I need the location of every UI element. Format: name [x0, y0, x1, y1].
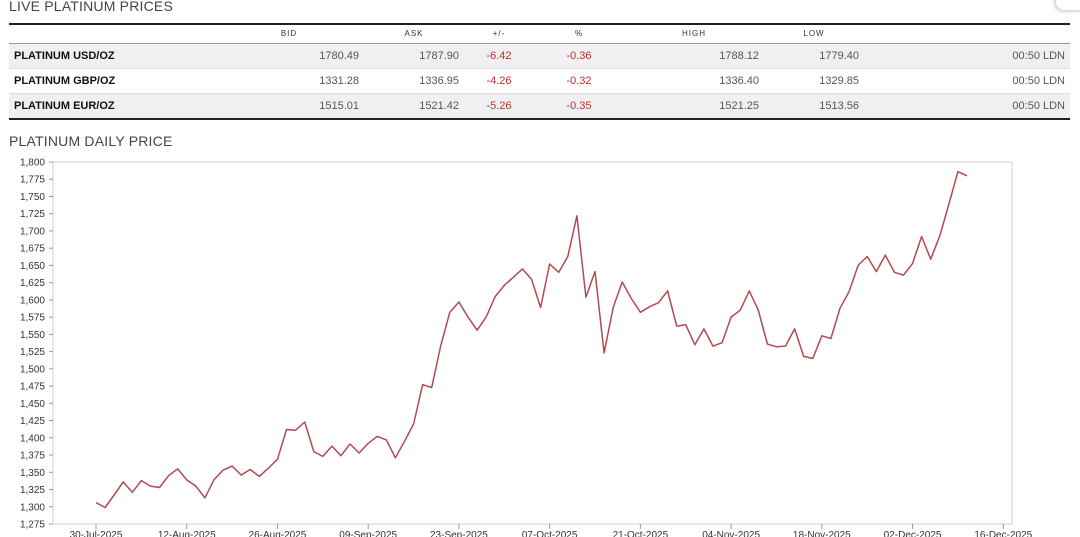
row-pct: -0.36 — [534, 43, 624, 69]
x-tick-label: 07-Oct-2025 — [522, 530, 578, 537]
close-button[interactable] — [1056, 0, 1080, 10]
y-tick-label: 1,425 — [20, 416, 45, 427]
x-tick-label: 23-Sep-2025 — [430, 530, 488, 537]
y-tick-label: 1,525 — [20, 347, 45, 358]
row-bid: 1331.28 — [214, 68, 364, 94]
y-tick-label: 1,325 — [20, 485, 45, 496]
row-bid: 1780.49 — [214, 43, 364, 69]
row-high: 1788.12 — [624, 43, 764, 69]
y-tick-label: 1,400 — [20, 433, 45, 444]
y-tick-label: 1,300 — [20, 502, 45, 513]
y-tick-label: 1,700 — [20, 226, 45, 237]
row-pct: -0.35 — [534, 93, 624, 120]
table-row: PLATINUM USD/OZ 1780.49 1787.90 -6.42 -0… — [9, 43, 1070, 69]
row-ask: 1787.90 — [364, 43, 464, 69]
x-tick-label: 30-Jul-2025 — [70, 530, 123, 537]
plot-frame — [52, 161, 1013, 525]
header-ask: ASK — [364, 23, 464, 44]
row-low: 1779.40 — [764, 43, 864, 69]
header-pct: % — [534, 23, 624, 44]
header-change: +/- — [464, 23, 534, 44]
y-tick-label: 1,725 — [20, 209, 45, 220]
row-name: PLATINUM GBP/OZ — [9, 68, 214, 94]
y-tick-label: 1,625 — [20, 278, 45, 289]
y-tick-label: 1,575 — [20, 313, 45, 324]
row-ask: 1336.95 — [364, 68, 464, 94]
row-ask: 1521.42 — [364, 93, 464, 120]
header-low: LOW — [764, 23, 864, 44]
row-time: 00:50 LDN — [864, 68, 1070, 94]
y-tick-label: 1,475 — [20, 382, 45, 393]
series-line — [95, 170, 968, 509]
row-name: PLATINUM USD/OZ — [9, 43, 214, 69]
header-bid: BID — [214, 23, 364, 44]
x-tick-label: 21-Oct-2025 — [613, 530, 669, 537]
y-tick-label: 1,650 — [20, 261, 45, 272]
y-tick-label: 1,800 — [20, 158, 45, 169]
header-name — [9, 23, 214, 44]
y-tick-label: 1,550 — [20, 330, 45, 341]
row-time: 00:50 LDN — [864, 43, 1070, 69]
row-change: -5.26 — [464, 93, 534, 120]
y-tick-label: 1,775 — [20, 175, 45, 186]
table-header-row: BID ASK +/- % HIGH LOW — [9, 23, 1070, 44]
y-tick-label: 1,350 — [20, 468, 45, 479]
row-name: PLATINUM EUR/OZ — [9, 93, 214, 120]
row-change: -6.42 — [464, 43, 534, 69]
y-tick-label: 1,375 — [20, 451, 45, 462]
y-tick-label: 1,675 — [20, 244, 45, 255]
x-tick-label: 04-Nov-2025 — [702, 530, 760, 537]
row-high: 1521.25 — [624, 93, 764, 120]
table-row: PLATINUM EUR/OZ 1515.01 1521.42 -5.26 -0… — [9, 93, 1070, 120]
header-high: HIGH — [624, 23, 764, 44]
y-tick-label: 1,500 — [20, 364, 45, 375]
row-time: 00:50 LDN — [864, 93, 1070, 120]
live-prices-table: BID ASK +/- % HIGH LOW PLATINUM USD/OZ 1… — [9, 23, 1070, 120]
row-high: 1336.40 — [624, 68, 764, 94]
live-prices-title: LIVE PLATINUM PRICES — [9, 0, 174, 14]
row-bid: 1515.01 — [214, 93, 364, 120]
x-tick-label: 26-Aug-2025 — [249, 530, 307, 537]
y-tick-label: 1,600 — [20, 295, 45, 306]
row-low: 1513.56 — [764, 93, 864, 120]
x-tick-label: 16-Dec-2025 — [974, 530, 1032, 537]
header-time — [864, 23, 1070, 44]
x-tick-label: 09-Sep-2025 — [339, 530, 397, 537]
y-tick-label: 1,750 — [20, 192, 45, 203]
x-tick-label: 12-Aug-2025 — [158, 530, 216, 537]
table-row: PLATINUM GBP/OZ 1331.28 1336.95 -4.26 -0… — [9, 68, 1070, 94]
row-low: 1329.85 — [764, 68, 864, 94]
row-change: -4.26 — [464, 68, 534, 94]
x-tick-label: 18-Nov-2025 — [793, 530, 851, 537]
chart-title: PLATINUM DAILY PRICE — [9, 133, 173, 149]
y-tick-label: 1,275 — [20, 520, 45, 531]
price-chart: 1,275 1,300 1,325 1,350 1,375 1,400 1,425 1,450… — [20, 158, 1033, 537]
row-pct: -0.32 — [534, 68, 624, 94]
y-tick-label: 1,450 — [20, 399, 45, 410]
x-tick-label: 02-Dec-2025 — [884, 530, 942, 537]
